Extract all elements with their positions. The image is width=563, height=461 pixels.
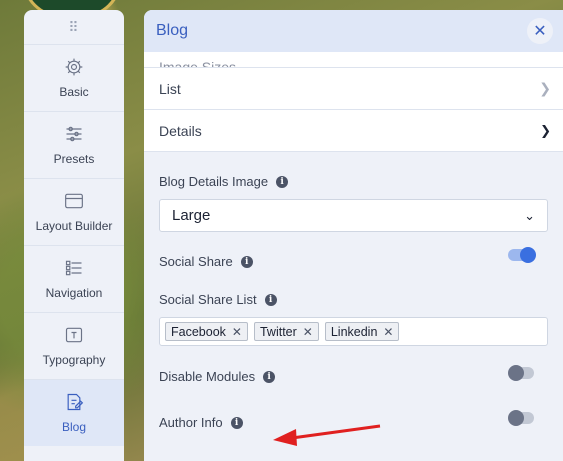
sidebar-item-presets[interactable]: Presets bbox=[24, 111, 124, 178]
sidebar-item-layout-builder[interactable]: Layout Builder bbox=[24, 178, 124, 245]
edit-icon bbox=[67, 393, 84, 411]
sidebar-item-label: Layout Builder bbox=[35, 219, 113, 233]
close-button[interactable]: ✕ bbox=[527, 18, 553, 44]
social-share-list-label: Social Share List i bbox=[159, 292, 548, 307]
social-share-toggle[interactable] bbox=[508, 246, 536, 263]
chevron-down-icon: ⌄ bbox=[524, 207, 535, 223]
info-icon[interactable]: i bbox=[263, 370, 276, 383]
drag-handle[interactable]: ⠿ bbox=[24, 10, 124, 44]
remove-tag-icon[interactable]: ✕ bbox=[303, 325, 313, 339]
section-label: Image Sizes bbox=[159, 59, 237, 68]
details-body: Blog Details Image i Large ⌄ Social Shar… bbox=[144, 174, 563, 430]
blog-panel: Blog ✕ Image Sizes List ❯ Details ❯ Blog… bbox=[144, 10, 563, 461]
sidebar-item-typography[interactable]: Typography bbox=[24, 312, 124, 379]
section-image-sizes[interactable]: Image Sizes bbox=[144, 52, 563, 68]
section-label: List bbox=[159, 80, 181, 97]
list-icon bbox=[65, 260, 82, 276]
layout-icon bbox=[65, 193, 83, 209]
section-label: Details bbox=[159, 122, 202, 139]
section-list[interactable]: List ❯ bbox=[144, 68, 563, 110]
panel-header: Blog ✕ bbox=[144, 10, 563, 52]
tag-twitter: Twitter ✕ bbox=[253, 322, 319, 341]
sidebar-item-label: Typography bbox=[42, 353, 106, 367]
sidebar-item-label: Navigation bbox=[45, 286, 103, 300]
chevron-right-icon: ❯ bbox=[539, 80, 551, 96]
social-share-label: Social Share i bbox=[159, 254, 253, 269]
annotation-arrow-icon bbox=[273, 424, 381, 446]
blog-details-image-label: Blog Details Image i bbox=[159, 174, 548, 189]
tag-linkedin: Linkedin ✕ bbox=[324, 322, 400, 341]
tag-facebook: Facebook ✕ bbox=[165, 322, 248, 341]
info-icon[interactable]: i bbox=[240, 255, 253, 268]
author-info-toggle[interactable] bbox=[508, 409, 534, 426]
info-icon[interactable]: i bbox=[276, 175, 289, 188]
remove-tag-icon[interactable]: ✕ bbox=[383, 325, 393, 339]
sidebar-item-navigation[interactable]: Navigation bbox=[24, 245, 124, 312]
gear-icon bbox=[65, 58, 83, 76]
section-details[interactable]: Details ❯ bbox=[144, 110, 563, 152]
sidebar-item-basic[interactable]: Basic bbox=[24, 44, 124, 111]
sidebar-item-label: Basic bbox=[59, 85, 89, 99]
sidebar-item-label: Presets bbox=[53, 152, 95, 166]
blog-details-image-select[interactable]: Large ⌄ bbox=[159, 199, 548, 232]
sliders-icon bbox=[66, 126, 82, 142]
close-icon: ✕ bbox=[533, 23, 547, 40]
author-info-label: Author Info i bbox=[159, 415, 243, 430]
sidebar-item-label: Blog bbox=[61, 420, 87, 434]
remove-tag-icon[interactable]: ✕ bbox=[232, 325, 242, 339]
social-share-row: Social Share i bbox=[159, 246, 548, 269]
social-share-tags-input[interactable]: Facebook ✕ Twitter ✕ Linkedin ✕ bbox=[159, 317, 548, 346]
info-icon[interactable]: i bbox=[264, 293, 277, 306]
info-icon[interactable]: i bbox=[230, 416, 243, 429]
chevron-down-icon: ❯ bbox=[540, 122, 551, 138]
panel-title: Blog bbox=[156, 22, 189, 39]
disable-modules-toggle[interactable] bbox=[508, 364, 534, 381]
disable-modules-row: Disable Modules i bbox=[159, 364, 548, 384]
text-icon bbox=[65, 327, 83, 343]
sidebar-item-blog[interactable]: Blog bbox=[24, 379, 124, 446]
sidebar: ⠿ Basic Presets Layout Builder Navigatio… bbox=[24, 10, 124, 461]
disable-modules-label: Disable Modules i bbox=[159, 369, 276, 384]
